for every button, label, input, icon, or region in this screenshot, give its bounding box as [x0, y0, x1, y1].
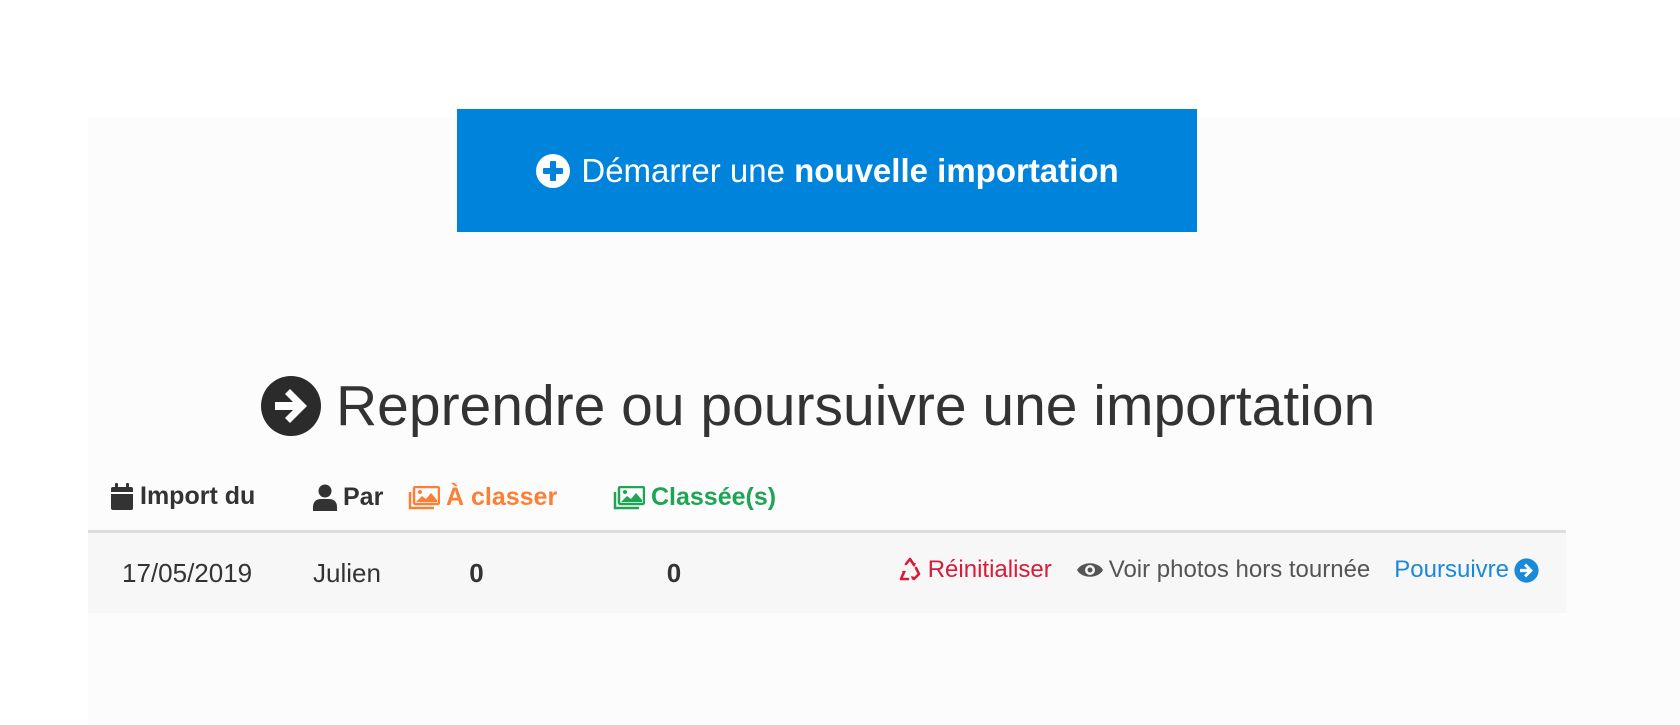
images-icon — [408, 485, 440, 510]
arrow-circle-right-icon — [260, 375, 322, 437]
new-import-label-prefix: Démarrer une — [581, 151, 785, 189]
view-photos-label: Voir photos hors tournée — [1108, 556, 1371, 583]
eye-icon — [1076, 560, 1104, 580]
recycle-icon — [897, 557, 923, 583]
header-classified-label: Classée(s) — [651, 483, 777, 512]
header-to-classify-label: À classer — [446, 483, 558, 512]
header-user: Par — [288, 470, 408, 533]
header-user-label: Par — [343, 482, 384, 511]
continue-link[interactable]: Poursuivre — [1394, 556, 1539, 584]
new-import-button[interactable]: Démarrer une nouvelle importation — [457, 109, 1197, 232]
resume-section-title: Reprendre ou poursuivre une importation — [260, 368, 1375, 444]
reset-link[interactable]: Réinitialiser — [897, 556, 1052, 584]
plus-circle-icon — [535, 153, 571, 189]
table-row: 17/05/2019 Julien 0 0 Réinitialiser Voir… — [88, 531, 1566, 613]
row-actions: Réinitialiser Voir photos hors tournée P… — [823, 531, 1566, 613]
row-date: 17/05/2019 — [88, 531, 288, 613]
header-import-date-label: Import du — [140, 482, 256, 511]
table-header-row: Import du Par À classer Classée(s) — [88, 470, 1566, 533]
header-to-classify: À classer — [408, 470, 613, 533]
new-import-label: Démarrer une nouvelle importation — [581, 152, 1118, 190]
header-classified: Classée(s) — [613, 470, 823, 533]
continue-label: Poursuivre — [1394, 556, 1509, 583]
calendar-icon — [110, 482, 134, 511]
user-icon — [313, 484, 337, 511]
imports-table: Import du Par À classer Classée(s) 17/05… — [88, 470, 1566, 613]
reset-label: Réinitialiser — [927, 556, 1052, 583]
row-user: Julien — [288, 531, 408, 613]
row-classified-count: 0 — [613, 531, 823, 613]
row-to-classify-count: 0 — [408, 531, 613, 613]
resume-title-text: Reprendre ou poursuivre une importation — [336, 374, 1376, 438]
view-photos-link[interactable]: Voir photos hors tournée — [1076, 556, 1371, 584]
arrow-circle-right-icon — [1514, 557, 1539, 583]
new-import-label-strong: nouvelle importation — [794, 151, 1119, 189]
header-import-date: Import du — [88, 470, 288, 533]
header-actions — [823, 470, 1566, 533]
images-icon — [613, 485, 645, 510]
